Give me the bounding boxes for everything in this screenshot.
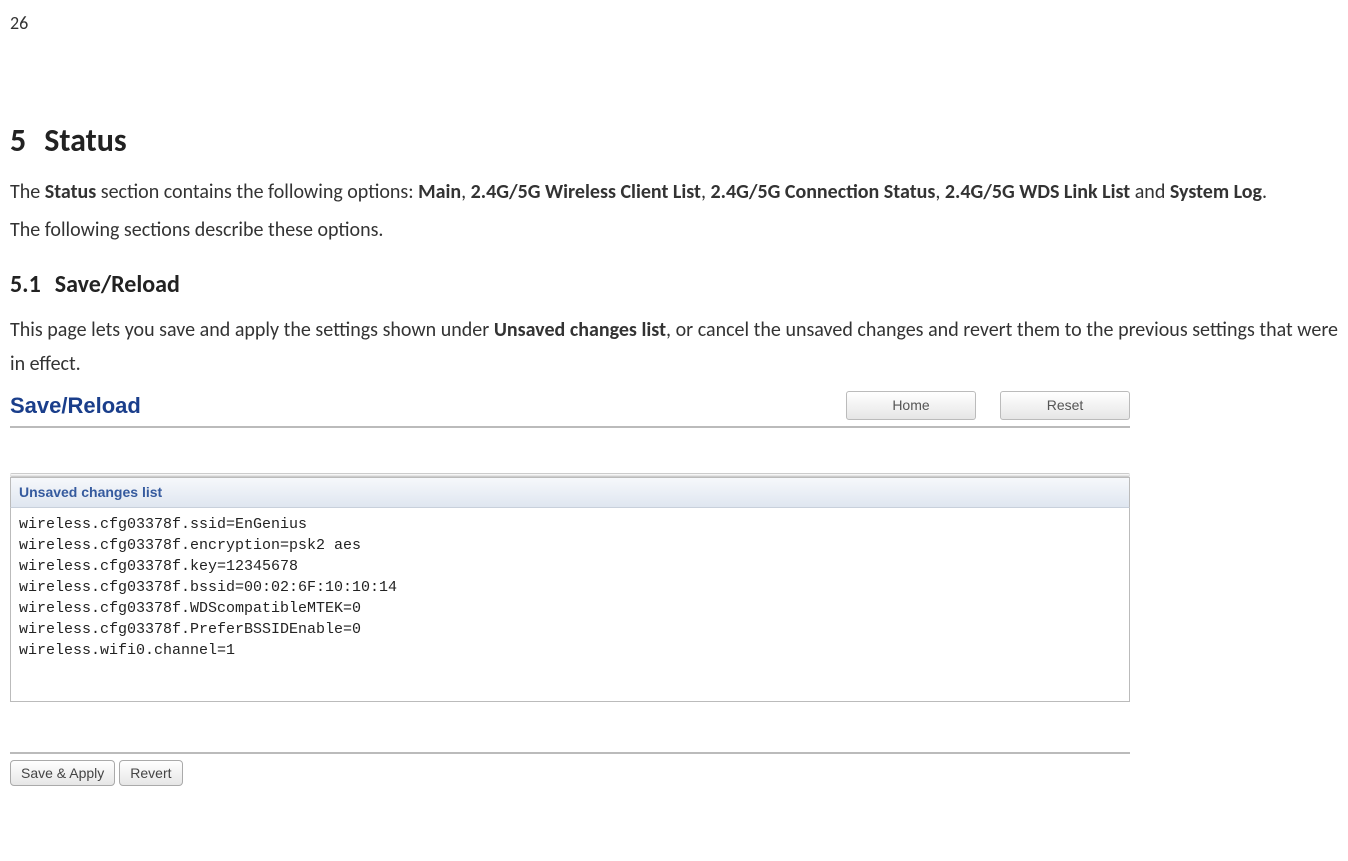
heading-save-reload-text: Save/Reload [55, 270, 180, 299]
reset-button[interactable]: Reset [1000, 391, 1130, 420]
unsaved-changes-content: wireless.cfg03378f.ssid=EnGenius wireles… [10, 508, 1130, 702]
heading-status-number: 5 [10, 121, 26, 160]
ui-top-buttons: Home Reset [846, 391, 1130, 420]
ui-header: Save/Reload Home Reset [10, 389, 1130, 428]
term-connection-status: 2.4G/5G Connection Status [711, 180, 936, 204]
bottom-separator [10, 752, 1130, 754]
embedded-ui: Save/Reload Home Reset Unsaved changes l… [10, 389, 1130, 786]
heading-save-reload: 5.1 Save/Reload [10, 267, 1338, 303]
home-button[interactable]: Home [846, 391, 976, 420]
revert-button[interactable]: Revert [119, 760, 182, 786]
action-buttons: Save & Apply Revert [10, 760, 1130, 786]
paragraph-status-intro: The Status section contains the followin… [10, 175, 1338, 209]
heading-status-text: Status [44, 121, 126, 160]
term-main: Main [418, 180, 461, 204]
term-unsaved-changes: Unsaved changes list [494, 318, 666, 342]
term-wds-link-list: 2.4G/5G WDS Link List [945, 180, 1130, 204]
save-apply-button[interactable]: Save & Apply [10, 760, 115, 786]
page-number: 26 [10, 10, 1338, 37]
ui-title: Save/Reload [10, 389, 141, 422]
unsaved-changes-fieldset: Unsaved changes list wireless.cfg03378f.… [10, 477, 1130, 702]
term-status: Status [45, 180, 97, 204]
paragraph-save-reload-desc: This page lets you save and apply the se… [10, 313, 1338, 381]
unsaved-changes-legend: Unsaved changes list [10, 477, 1130, 508]
term-client-list: 2.4G/5G Wireless Client List [471, 180, 701, 204]
term-system-log: System Log [1170, 180, 1262, 204]
heading-status: 5 Status [10, 117, 1338, 165]
heading-save-reload-number: 5.1 [10, 270, 41, 299]
paragraph-describe: The following sections describe these op… [10, 213, 1338, 247]
